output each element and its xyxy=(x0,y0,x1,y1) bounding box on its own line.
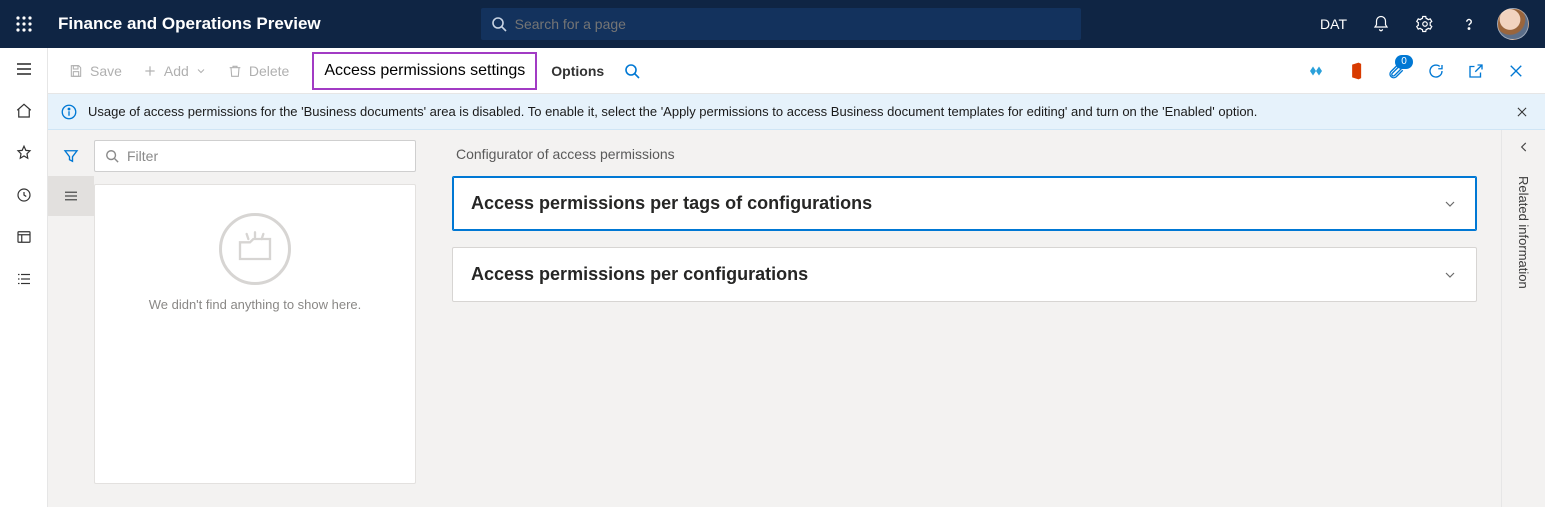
notifications-icon[interactable] xyxy=(1359,0,1403,48)
nav-recent-icon[interactable] xyxy=(0,174,48,216)
related-info-label: Related information xyxy=(1516,176,1531,289)
company-indicator[interactable]: DAT xyxy=(1308,16,1359,32)
options-label: Options xyxy=(551,63,604,79)
close-icon xyxy=(1507,62,1525,80)
nav-favorites-icon[interactable] xyxy=(0,132,48,174)
nav-workspaces-icon[interactable] xyxy=(0,216,48,258)
navbar-right: DAT xyxy=(1308,0,1545,48)
popout-icon xyxy=(1467,62,1485,80)
chevron-down-icon xyxy=(1442,196,1458,212)
options-button[interactable]: Options xyxy=(541,55,614,87)
info-banner-text: Usage of access permissions for the 'Bus… xyxy=(88,104,1257,119)
related-info-rail: Related information xyxy=(1501,130,1545,507)
search-icon xyxy=(624,63,640,79)
detail-pane: Configurator of access permissions Acces… xyxy=(428,130,1501,507)
panel-access-per-configurations[interactable]: Access permissions per configurations xyxy=(452,247,1477,302)
list-filter[interactable] xyxy=(94,140,416,172)
attachments-button[interactable] xyxy=(1377,53,1415,89)
close-icon xyxy=(1515,105,1529,119)
close-button[interactable] xyxy=(1497,53,1535,89)
connector-icon[interactable] xyxy=(1297,53,1335,89)
global-search[interactable] xyxy=(481,8,1081,40)
info-icon xyxy=(60,103,78,121)
related-info-expand-button[interactable] xyxy=(1517,140,1531,164)
app-title: Finance and Operations Preview xyxy=(48,14,341,34)
paperclip-icon xyxy=(1387,62,1405,80)
left-nav-rail xyxy=(0,48,48,507)
user-avatar[interactable] xyxy=(1497,8,1529,40)
access-permissions-settings-button[interactable]: Access permissions settings xyxy=(312,52,537,90)
panel-access-per-tags-title: Access permissions per tags of configura… xyxy=(471,193,872,214)
nav-hamburger-icon[interactable] xyxy=(0,48,48,90)
chevron-left-icon xyxy=(1517,140,1531,154)
find-button[interactable] xyxy=(614,55,650,87)
delete-label: Delete xyxy=(249,63,289,79)
list-view-button[interactable] xyxy=(48,176,94,216)
access-permissions-settings-label: Access permissions settings xyxy=(324,62,525,80)
chevron-down-icon xyxy=(195,65,207,77)
list-icon xyxy=(62,187,80,205)
global-search-input[interactable] xyxy=(515,16,1081,32)
chevron-down-icon xyxy=(1442,267,1458,283)
empty-list-card: We didn't find anything to show here. xyxy=(94,184,416,484)
detail-title: Configurator of access permissions xyxy=(456,146,1477,162)
delete-button[interactable]: Delete xyxy=(217,55,299,87)
add-button[interactable]: Add xyxy=(132,55,217,87)
panel-access-per-tags[interactable]: Access permissions per tags of configura… xyxy=(452,176,1477,231)
save-icon xyxy=(68,63,84,79)
info-banner: Usage of access permissions for the 'Bus… xyxy=(48,94,1545,130)
trash-icon xyxy=(227,63,243,79)
nav-home-icon[interactable] xyxy=(0,90,48,132)
office-icon[interactable] xyxy=(1337,53,1375,89)
add-label: Add xyxy=(164,63,189,79)
search-icon xyxy=(491,16,507,32)
refresh-icon xyxy=(1427,62,1445,80)
popout-button[interactable] xyxy=(1457,53,1495,89)
filter-toggle-button[interactable] xyxy=(48,136,94,176)
help-icon[interactable] xyxy=(1447,0,1491,48)
top-navbar: Finance and Operations Preview DAT xyxy=(0,0,1545,48)
command-bar: Save Add Delete Access permissions setti… xyxy=(48,48,1545,94)
save-button[interactable]: Save xyxy=(58,55,132,87)
list-pane: We didn't find anything to show here. xyxy=(48,130,428,507)
empty-list-message: We didn't find anything to show here. xyxy=(149,297,362,312)
save-label: Save xyxy=(90,63,122,79)
panel-access-per-configurations-title: Access permissions per configurations xyxy=(471,264,808,285)
funnel-icon xyxy=(62,147,80,165)
refresh-button[interactable] xyxy=(1417,53,1455,89)
banner-close-button[interactable] xyxy=(1511,101,1533,123)
nav-modules-icon[interactable] xyxy=(0,258,48,300)
empty-folder-icon xyxy=(219,213,291,285)
list-filter-input[interactable] xyxy=(127,148,405,164)
plus-icon xyxy=(142,63,158,79)
settings-icon[interactable] xyxy=(1403,0,1447,48)
search-icon xyxy=(105,149,119,163)
waffle-icon[interactable] xyxy=(0,15,48,33)
